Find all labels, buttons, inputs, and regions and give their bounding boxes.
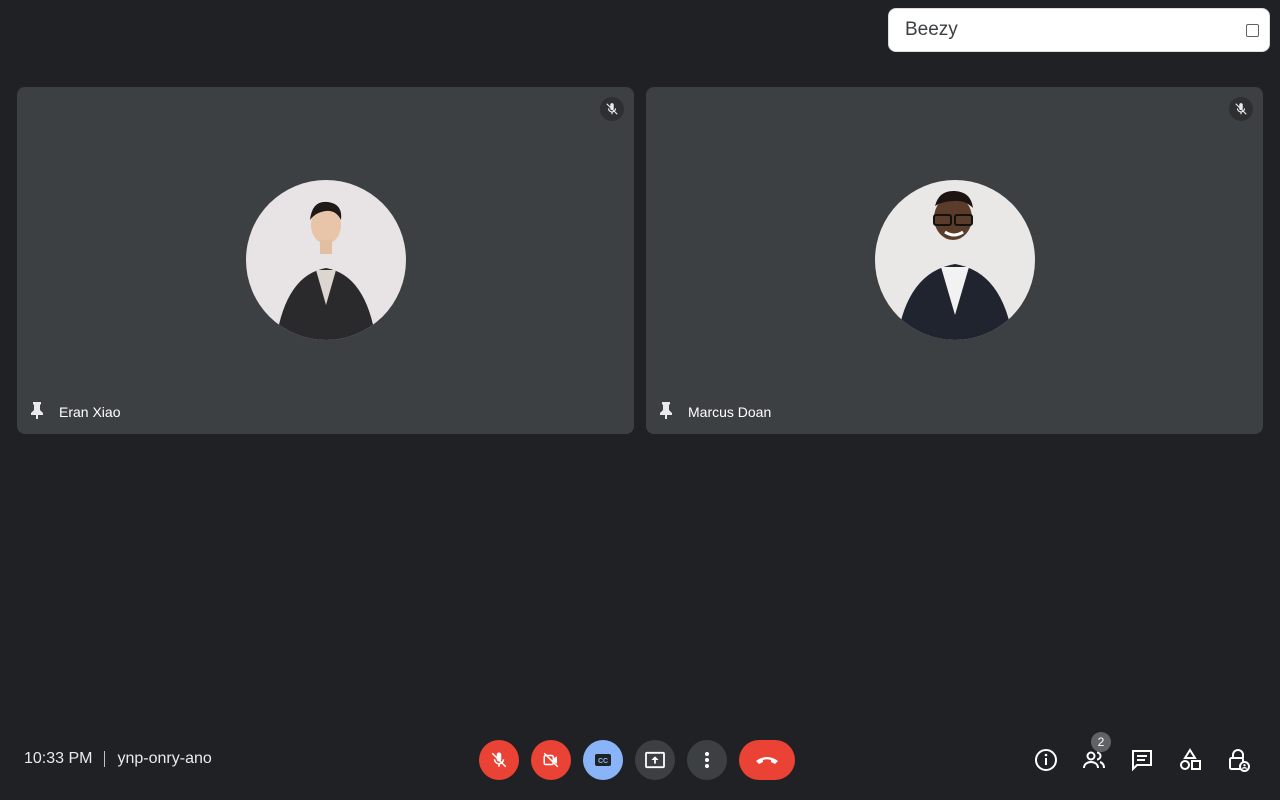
leave-call-button[interactable]	[739, 740, 795, 780]
participant-name: Marcus Doan	[688, 404, 772, 420]
participant-tile[interactable]: Eran Xiao	[17, 87, 634, 434]
meeting-toolbar: 10:33 PM ynp-onry-ano CC 2	[0, 720, 1280, 800]
participant-name: Eran Xiao	[59, 404, 121, 420]
host-controls-button[interactable]	[1224, 744, 1252, 776]
activities-button[interactable]	[1176, 744, 1204, 776]
avatar	[875, 180, 1035, 340]
muted-mic-icon	[600, 97, 624, 121]
muted-mic-icon	[1229, 97, 1253, 121]
chat-icon	[1132, 750, 1152, 772]
mic-toggle-button[interactable]	[479, 740, 519, 780]
meeting-details-button[interactable]	[1032, 744, 1060, 776]
participant-tile[interactable]: Marcus Doan	[646, 87, 1263, 434]
participant-count-badge: 2	[1091, 732, 1111, 752]
captions-button[interactable]: CC	[583, 740, 623, 780]
participant-name-row: Marcus Doan	[658, 401, 772, 424]
meeting-time: 10:33 PM	[24, 750, 93, 767]
chat-button[interactable]	[1128, 744, 1156, 776]
divider	[104, 751, 106, 767]
lock-person-icon	[1229, 749, 1250, 772]
meeting-code: ynp-onry-ano	[117, 750, 212, 767]
more-options-button[interactable]	[687, 740, 727, 780]
companion-panel: Beezy	[888, 8, 1270, 52]
people-button[interactable]: 2	[1080, 732, 1111, 776]
pin-icon[interactable]	[658, 401, 674, 424]
info-icon	[1035, 749, 1057, 771]
call-controls: CC	[479, 740, 795, 780]
svg-text:CC: CC	[598, 758, 608, 765]
present-screen-button[interactable]	[635, 740, 675, 780]
pin-icon[interactable]	[29, 401, 45, 424]
avatar	[246, 180, 406, 340]
participant-name-row: Eran Xiao	[29, 401, 121, 424]
companion-label: Beezy	[905, 19, 958, 40]
meeting-info: 10:33 PM ynp-onry-ano	[24, 750, 212, 768]
camera-toggle-button[interactable]	[531, 740, 571, 780]
shapes-icon	[1180, 748, 1201, 770]
side-tools: 2	[1032, 732, 1252, 776]
companion-checkbox[interactable]	[1246, 23, 1259, 37]
